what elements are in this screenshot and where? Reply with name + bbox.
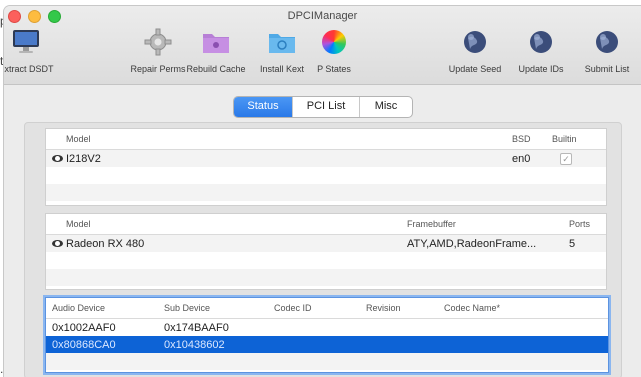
framebuffer-cell: ATY,AMD,RadeonFrame... xyxy=(407,237,537,250)
column-header-codec-id[interactable]: Codec ID xyxy=(268,303,360,313)
table-row[interactable]: 0x1002AAF0 0x174BAAF0 xyxy=(46,319,608,336)
monitor-icon xyxy=(10,26,42,58)
color-wheel-icon xyxy=(318,26,350,58)
audio-table[interactable]: Audio Device Sub Device Codec ID Revisio… xyxy=(45,297,609,373)
table-row[interactable]: I218V2 en0 ✓ xyxy=(46,150,606,167)
column-header-model[interactable]: Model xyxy=(46,219,401,229)
background-text-fragment: . xyxy=(0,362,4,376)
p-states-button[interactable]: P States xyxy=(294,26,374,74)
toolbar-label: Update Seed xyxy=(448,64,502,74)
table-row-empty xyxy=(46,353,608,370)
submit-list-button[interactable]: Submit List xyxy=(567,26,641,74)
tab-bar: Status PCI List Misc xyxy=(233,96,413,118)
status-panel: Model BSD Builtin I218V2 en0 ✓ Model Fra… xyxy=(24,122,622,377)
bsd-cell: en0 xyxy=(512,152,531,165)
table-row-empty xyxy=(46,184,606,201)
sub-device-cell: 0x174BAAF0 xyxy=(164,321,229,334)
column-header-bsd[interactable]: BSD xyxy=(506,134,546,144)
table-header: Model BSD Builtin xyxy=(46,129,606,150)
column-header-sub-device[interactable]: Sub Device xyxy=(158,303,268,313)
toolbar-label: P States xyxy=(317,64,351,74)
toolbar-label: Extract DSDT xyxy=(4,64,54,74)
table-row-selected[interactable]: 0x80868CA0 0x10438602 xyxy=(46,336,608,353)
eye-icon[interactable] xyxy=(52,155,63,163)
tab-pci-list[interactable]: PCI List xyxy=(292,97,359,117)
model-value: I218V2 xyxy=(66,152,101,165)
column-header-builtin[interactable]: Builtin xyxy=(546,134,596,144)
audio-device-cell: 0x80868CA0 xyxy=(52,338,116,351)
builtin-checkbox[interactable]: ✓ xyxy=(560,152,572,165)
model-cell: Radeon RX 480 xyxy=(46,238,401,250)
tab-status[interactable]: Status xyxy=(234,97,292,117)
window-title: DPCIManager xyxy=(287,10,358,22)
toolbar: DPCIManager Extract DSDT xyxy=(4,6,641,85)
table-header: Audio Device Sub Device Codec ID Revisio… xyxy=(46,298,608,319)
table-row-empty xyxy=(46,167,606,184)
folder-icon xyxy=(200,26,232,58)
column-header-audio-device[interactable]: Audio Device xyxy=(46,303,158,313)
column-header-codec-name[interactable]: Codec Name* xyxy=(438,303,584,313)
ports-cell: 5 xyxy=(569,237,576,250)
globe-icon xyxy=(591,26,623,58)
tab-misc[interactable]: Misc xyxy=(359,97,412,117)
toolbar-label: Update IDs xyxy=(518,64,564,74)
column-header-revision[interactable]: Revision xyxy=(360,303,438,313)
table-header: Model Framebuffer Ports xyxy=(46,214,606,235)
network-table[interactable]: Model BSD Builtin I218V2 en0 ✓ xyxy=(45,128,607,206)
gear-icon xyxy=(142,26,174,58)
model-cell: I218V2 xyxy=(46,153,506,165)
app-window: DPCIManager Extract DSDT xyxy=(4,6,641,377)
globe-icon xyxy=(525,26,557,58)
toolbar-label: Submit List xyxy=(584,64,630,74)
graphics-table[interactable]: Model Framebuffer Ports Radeon RX 480 AT… xyxy=(45,213,607,290)
audio-device-cell: 0x1002AAF0 xyxy=(52,321,116,334)
table-row-empty xyxy=(46,269,606,286)
column-header-ports[interactable]: Ports xyxy=(563,219,599,229)
model-value: Radeon RX 480 xyxy=(66,237,145,250)
eye-icon[interactable] xyxy=(52,240,63,248)
table-row-empty xyxy=(46,252,606,269)
sub-device-cell: 0x10438602 xyxy=(164,338,225,351)
table-row[interactable]: Radeon RX 480 ATY,AMD,RadeonFrame... 5 xyxy=(46,235,606,252)
globe-icon xyxy=(459,26,491,58)
column-header-framebuffer[interactable]: Framebuffer xyxy=(401,219,563,229)
toolbar-label: Rebuild Cache xyxy=(186,64,246,74)
extract-dsdt-button[interactable]: Extract DSDT xyxy=(4,26,66,74)
column-header-model[interactable]: Model xyxy=(46,134,506,144)
builtin-cell: ✓ xyxy=(546,152,600,165)
